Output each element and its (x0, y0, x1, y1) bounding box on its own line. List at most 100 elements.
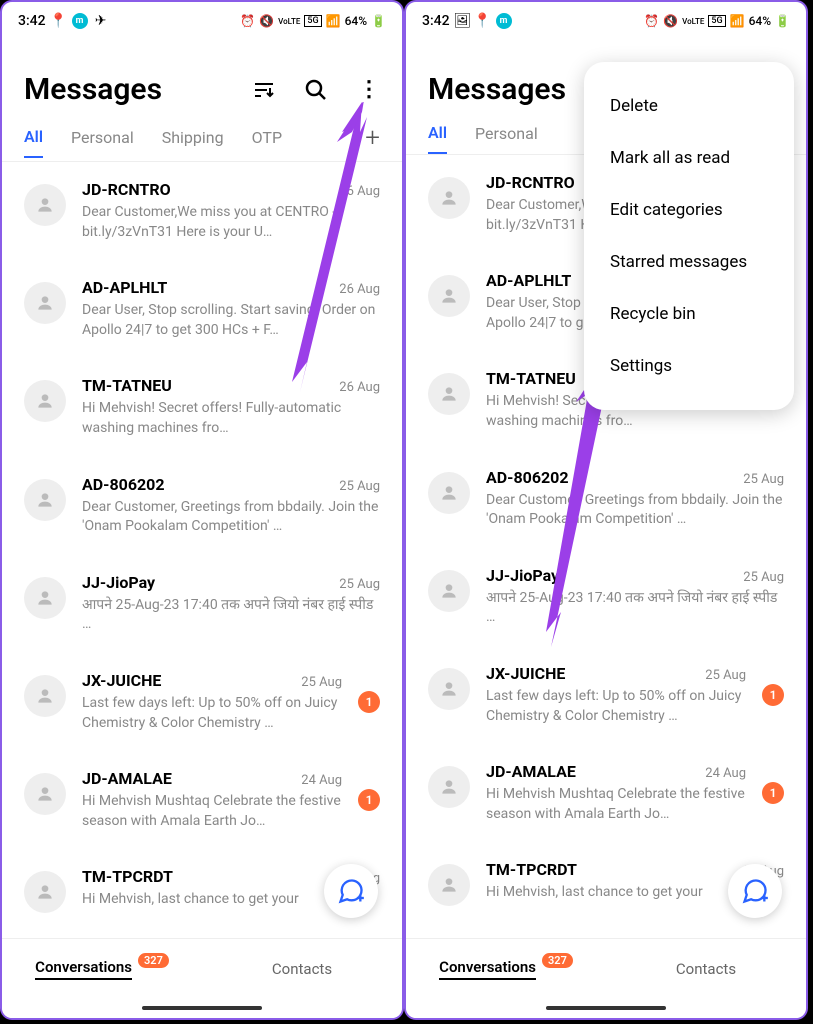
system-nav-bar[interactable] (406, 998, 806, 1018)
sender-name: JJ-JioPay (486, 566, 559, 585)
message-row[interactable]: JD-AMALAE 24 Aug Hi Mehvish Mushtaq Cele… (2, 751, 402, 849)
bottom-nav: Conversations 327 Contacts (2, 938, 402, 998)
filter-icon[interactable] (252, 78, 276, 102)
message-preview: आपने 25-Aug-23 17:40 तक अपने जियो नंबर ह… (486, 589, 784, 628)
sender-name: TM-TATNEU (82, 376, 172, 395)
avatar (24, 282, 66, 324)
mute-icon: 🔇 (259, 14, 274, 28)
message-preview: Hi Mehvish! Secret offers! Fully-automat… (82, 399, 380, 438)
sender-name: JX-JUICHE (486, 664, 565, 683)
nav-contacts[interactable]: Contacts (606, 939, 806, 998)
new-message-fab[interactable] (324, 864, 378, 918)
message-row[interactable]: JX-JUICHE 25 Aug Last few days left: Up … (2, 653, 402, 751)
avatar (24, 380, 66, 422)
signal-icon: 📶 (730, 14, 745, 28)
unread-count-badge: 327 (138, 953, 169, 968)
avatar (24, 577, 66, 619)
message-preview: Dear Customer,We miss you at CENTRO - bi… (82, 203, 380, 242)
message-date: 26 Aug (339, 380, 380, 395)
avatar (24, 871, 66, 913)
message-preview: Dear User, Stop scrolling. Start saving.… (82, 301, 380, 340)
location-icon: 📍 (52, 14, 66, 28)
message-date: 26 Aug (339, 282, 380, 297)
sender-name: TM-TPCRDT (486, 860, 577, 879)
sender-name: AD-806202 (486, 468, 569, 487)
unread-badge: 1 (762, 782, 784, 804)
category-tabs: All Personal Shipping OTP + (2, 123, 402, 162)
message-row[interactable]: JX-JUICHE 25 Aug Last few days left: Up … (406, 646, 806, 744)
message-preview: Hi Mehvish Mushtaq Celebrate the festive… (82, 792, 342, 831)
nav-contacts[interactable]: Contacts (202, 939, 402, 998)
nav-conversations[interactable]: Conversations 327 (406, 939, 606, 998)
new-message-fab[interactable] (728, 864, 782, 918)
avatar (428, 570, 470, 612)
menu-mark-all-read[interactable]: Mark all as read (584, 132, 794, 184)
menu-edit-categories[interactable]: Edit categories (584, 184, 794, 236)
sender-name: JJ-JioPay (82, 573, 155, 592)
app-header: Messages ⋮ (2, 40, 402, 123)
message-row[interactable]: JD-RCNTRO 26 Aug Dear Customer,We miss y… (2, 162, 402, 260)
message-date: 26 Aug (339, 184, 380, 199)
avatar (428, 275, 470, 317)
battery-text: 64% (345, 14, 367, 28)
phone-left: 3:42 📍 m ✈ ⏰ 🔇 VoLTE 5G 📶 64% 🔋 Messages… (0, 0, 404, 1020)
avatar (428, 373, 470, 415)
system-nav-bar[interactable] (2, 998, 402, 1018)
tab-all[interactable]: All (24, 127, 43, 158)
menu-delete[interactable]: Delete (584, 80, 794, 132)
message-preview: Hi Mehvish Mushtaq Celebrate the festive… (486, 785, 746, 824)
sender-name: JD-AMALAE (82, 769, 172, 788)
app-indicator-icon: m (496, 13, 512, 29)
avatar (428, 668, 470, 710)
battery-icon: 🔋 (775, 14, 790, 28)
nav-conversations[interactable]: Conversations 327 (2, 939, 202, 998)
message-row[interactable]: AD-806202 25 Aug Dear Customer, Greeting… (2, 457, 402, 555)
search-icon[interactable] (304, 78, 328, 102)
avatar (24, 773, 66, 815)
add-category-button[interactable]: + (365, 123, 380, 161)
mute-icon: 🔇 (663, 14, 678, 28)
battery-icon: 🔋 (371, 14, 386, 28)
message-row[interactable]: JJ-JioPay 25 Aug आपने 25-Aug-23 17:40 तक… (406, 548, 806, 646)
menu-settings[interactable]: Settings (584, 340, 794, 392)
tab-personal[interactable]: Personal (71, 128, 134, 157)
sender-name: AD-APLHLT (486, 271, 571, 290)
message-preview: Dear Customer, Greetings from bbdaily. J… (486, 491, 784, 530)
tab-all[interactable]: All (428, 123, 447, 154)
volte-icon: VoLTE (682, 17, 704, 26)
sender-name: TM-TATNEU (486, 369, 576, 388)
app-indicator-icon: m (72, 13, 88, 29)
status-bar: 3:42 📍 m ✈ ⏰ 🔇 VoLTE 5G 📶 64% 🔋 (2, 2, 402, 40)
tab-otp[interactable]: OTP (252, 128, 282, 157)
alarm-icon: ⏰ (240, 14, 255, 28)
avatar (428, 177, 470, 219)
message-row[interactable]: AD-806202 25 Aug Dear Customer, Greeting… (406, 450, 806, 548)
message-row[interactable]: JD-AMALAE 24 Aug Hi Mehvish Mushtaq Cele… (406, 744, 806, 842)
unread-badge: 1 (358, 691, 380, 713)
phone-right: 3:42 🖼 📍 m ⏰ 🔇 VoLTE 5G 📶 64% 🔋 Messages… (404, 0, 808, 1020)
signal-icon: 📶 (326, 14, 341, 28)
page-title: Messages (24, 72, 162, 107)
message-preview: Last few days left: Up to 50% off on Jui… (82, 694, 342, 733)
message-row[interactable]: AD-APLHLT 26 Aug Dear User, Stop scrolli… (2, 260, 402, 358)
unread-badge: 1 (358, 789, 380, 811)
menu-recycle-bin[interactable]: Recycle bin (584, 288, 794, 340)
message-row[interactable]: TM-TATNEU 26 Aug Hi Mehvish! Secret offe… (2, 358, 402, 456)
avatar (24, 184, 66, 226)
sender-name: JD-RCNTRO (82, 180, 171, 199)
avatar (428, 864, 470, 906)
message-row[interactable]: JJ-JioPay 25 Aug आपने 25-Aug-23 17:40 तक… (2, 555, 402, 653)
tab-shipping[interactable]: Shipping (162, 128, 224, 157)
message-date: 24 Aug (301, 773, 342, 788)
status-time: 3:42 (422, 13, 450, 29)
menu-starred[interactable]: Starred messages (584, 236, 794, 288)
message-date: 25 Aug (743, 472, 784, 487)
page-title: Messages (428, 72, 566, 107)
unread-count-badge: 327 (542, 953, 573, 968)
sender-name: JX-JUICHE (82, 671, 161, 690)
message-list: JD-RCNTRO 26 Aug Dear Customer,We miss y… (2, 162, 402, 938)
sender-name: TM-TPCRDT (82, 867, 173, 886)
tab-personal[interactable]: Personal (475, 124, 538, 153)
message-date: 24 Aug (705, 766, 746, 781)
more-icon[interactable]: ⋮ (356, 78, 380, 102)
